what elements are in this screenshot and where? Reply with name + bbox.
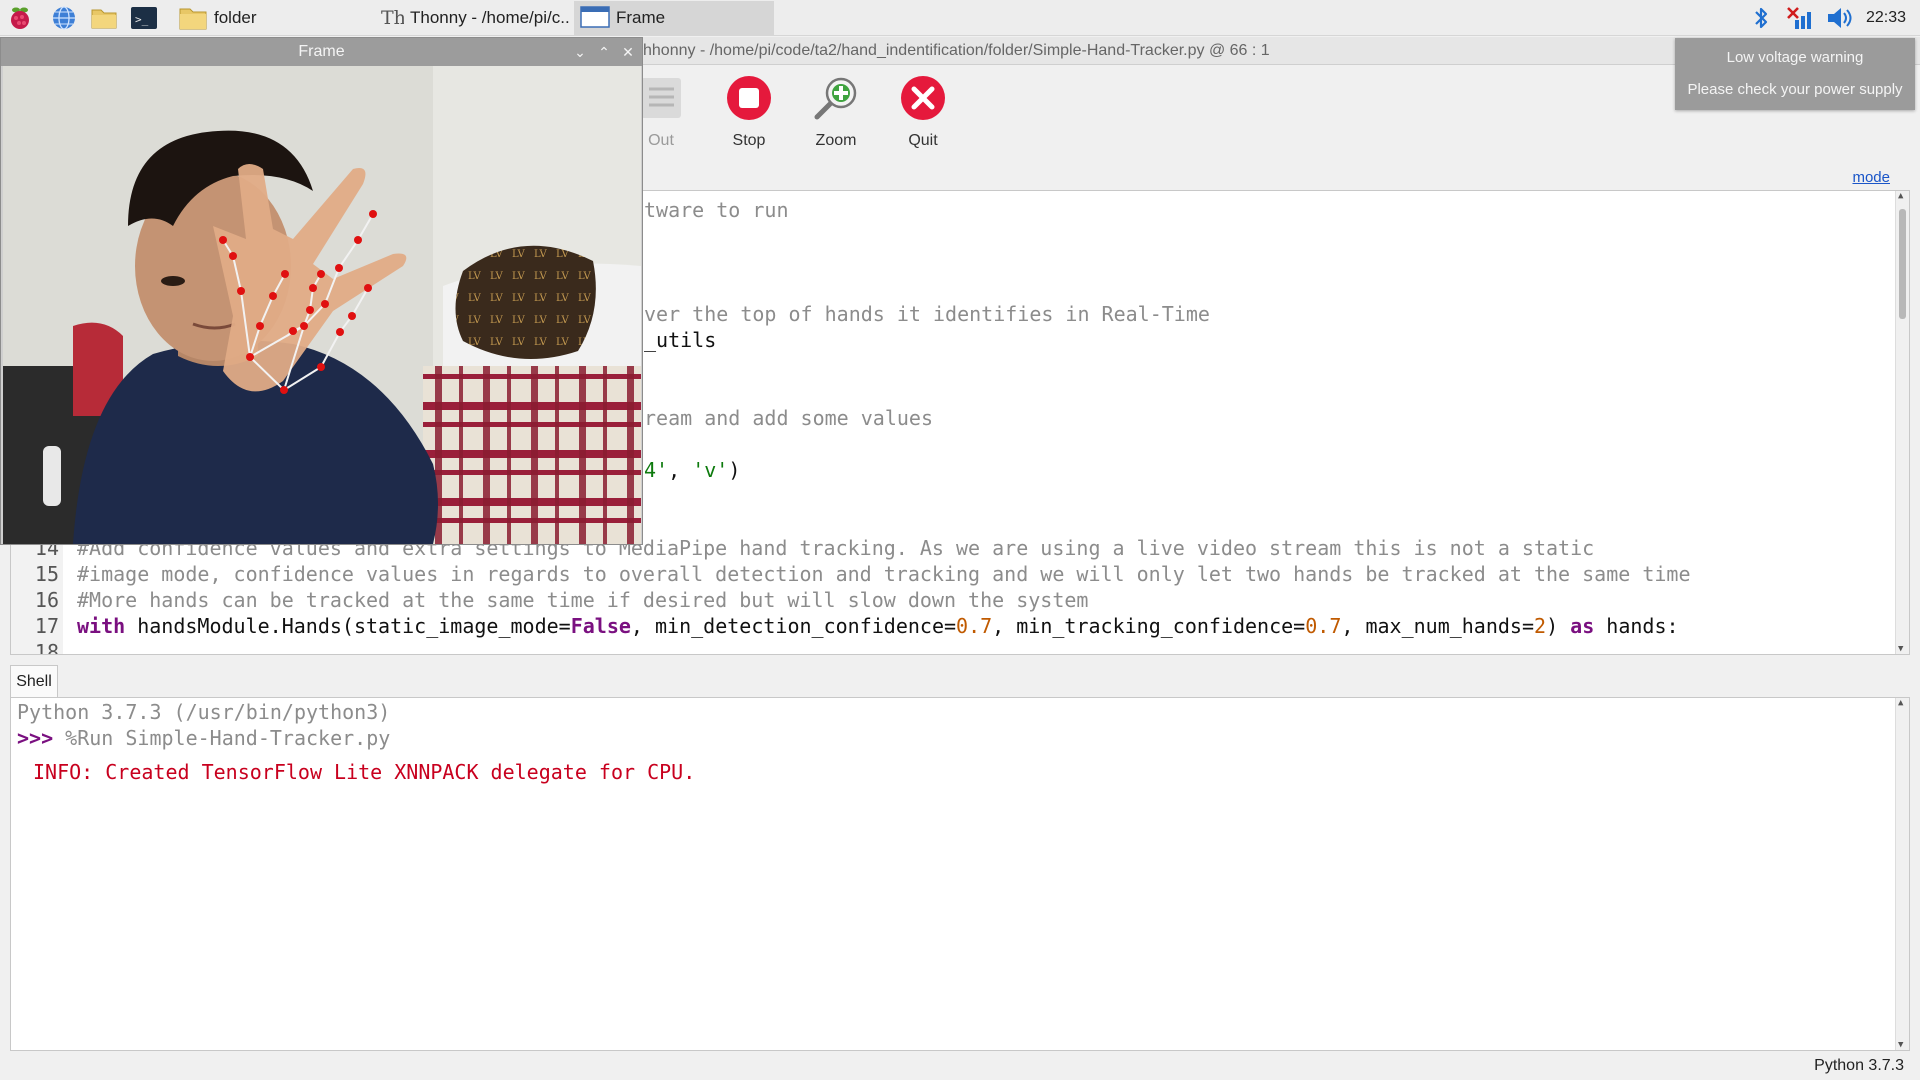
string-literal: 'v' (692, 458, 729, 482)
editor-scrollbar[interactable]: ▲ ▼ (1895, 191, 1909, 654)
code-comment: #More hands can be tracked at the same t… (77, 588, 1089, 612)
code-fragment: tware to run (644, 198, 789, 222)
scroll-down-icon[interactable]: ▼ (1898, 1040, 1903, 1050)
code-text: , (668, 458, 693, 482)
scroll-down-icon[interactable]: ▼ (1898, 644, 1903, 654)
code-text: ) (728, 458, 741, 482)
code-text: , min_tracking_confidence= (992, 614, 1306, 638)
frame-title: Frame (298, 43, 345, 60)
task-thonny[interactable]: Th Thonny - /home/pi/c... (374, 1, 570, 35)
code-fragment: ver the top of hands it identifies in Re… (644, 302, 1210, 326)
svg-text:>_: >_ (135, 13, 149, 26)
code-line: 18 (11, 639, 1891, 654)
task-folder[interactable]: folder (172, 1, 370, 35)
code-line: 15 #image mode, confidence values in rega… (11, 561, 1891, 587)
raspberry-menu-icon[interactable] (6, 4, 34, 32)
quit-button[interactable]: Quit (883, 72, 963, 150)
keyword: as (1570, 614, 1595, 638)
file-manager-icon[interactable] (90, 4, 118, 32)
shell-run-line: >>> %Run Simple-Hand-Tracker.py (17, 725, 390, 751)
code-fragment: ream and add some values (644, 406, 933, 430)
stop-button[interactable]: Stop (709, 72, 789, 150)
low-voltage-notification[interactable]: Low voltage warning Please check your po… (1675, 38, 1915, 110)
number-literal: 2 (1534, 614, 1547, 638)
shell-panel[interactable]: Python 3.7.3 (/usr/bin/python3) >>> %Run… (10, 697, 1910, 1051)
code-fragment: 4', 'v') (644, 457, 740, 483)
code-comment: #image mode, confidence values in regard… (77, 562, 1691, 586)
mode-link[interactable]: mode (1852, 169, 1890, 186)
code-fragment: _utils (644, 328, 717, 352)
scrollbar-thumb[interactable] (1899, 209, 1906, 319)
camera-feed-image: LV (3, 66, 641, 544)
network-disconnected-icon[interactable] (1784, 4, 1814, 32)
shell-info-message: INFO: Created TensorFlow Lite XNNPACK de… (33, 760, 696, 784)
tab-shell[interactable]: Shell (10, 665, 58, 697)
stop-icon (723, 72, 775, 124)
folder-icon (178, 5, 208, 31)
desktop: >_ folder Th Thonny - /home/pi/c... Fram… (0, 0, 1920, 1080)
svg-text:Th: Th (381, 7, 404, 29)
stop-label: Stop (732, 132, 766, 149)
window-icon (580, 5, 610, 31)
task-label: Frame (616, 8, 666, 27)
string-literal: 4' (644, 458, 669, 482)
minimize-icon[interactable]: ⌄ (572, 44, 588, 61)
code-text: ) (1546, 614, 1571, 638)
close-icon[interactable]: ✕ (620, 44, 636, 61)
shell-scrollbar[interactable]: ▲ ▼ (1895, 698, 1909, 1050)
out-label: Out (648, 132, 674, 149)
bluetooth-icon[interactable] (1748, 4, 1774, 32)
zoom-icon (810, 72, 862, 124)
shell-version: Python 3.7.3 (/usr/bin/python3) (17, 700, 391, 724)
code-line: 17 with handsModule.Hands(static_image_mo… (11, 613, 1891, 639)
frame-title-bar[interactable]: Frame (1, 38, 642, 66)
shell-command: %Run Simple-Hand-Tracker.py (53, 726, 391, 750)
quit-label: Quit (908, 132, 938, 149)
scroll-up-icon[interactable]: ▲ (1898, 191, 1903, 201)
quit-icon (897, 72, 949, 124)
zoom-label: Zoom (815, 132, 857, 149)
notification-title: Low voltage warning (1726, 49, 1864, 66)
clock[interactable]: 22:33 (1866, 0, 1906, 36)
number-literal: 0.7 (956, 614, 993, 638)
code-text: , min_detection_confidence= (630, 614, 957, 638)
task-label: folder (214, 8, 257, 27)
task-frame[interactable]: Frame (574, 1, 774, 35)
line-number: 17 (11, 613, 63, 639)
task-label: Thonny - /home/pi/c... (410, 8, 570, 27)
frame-window-controls: ⌄ ⌃ ✕ (572, 38, 636, 66)
number-literal: 0.7 (1305, 614, 1342, 638)
line-number: 15 (11, 561, 63, 587)
status-bar: Python 3.7.3 (0, 1052, 1920, 1080)
taskbar: >_ folder Th Thonny - /home/pi/c... Fram… (0, 0, 1920, 36)
python-version-status[interactable]: Python 3.7.3 (1814, 1057, 1904, 1075)
volume-icon[interactable] (1824, 4, 1856, 32)
code-text: , max_num_hands= (1341, 614, 1535, 638)
terminal-icon[interactable]: >_ (130, 4, 158, 32)
maximize-icon[interactable]: ⌃ (596, 44, 612, 61)
zoom-button[interactable]: Zoom (796, 72, 876, 150)
keyword: False (570, 614, 631, 638)
code-text: handsModule.Hands(static_image_mode= (125, 614, 571, 638)
keyword: with (77, 614, 126, 638)
frame-window[interactable]: Frame ⌄ ⌃ ✕ LV (0, 37, 643, 545)
line-number: 16 (11, 587, 63, 613)
code-text: hands: (1594, 614, 1679, 638)
thonny-icon: Th (380, 5, 406, 31)
notification-message: Please check your power supply (1687, 81, 1903, 98)
code-line: 16 #More hands can be tracked at the same… (11, 587, 1891, 613)
shell-prompt: >>> (17, 726, 54, 750)
scroll-up-icon[interactable]: ▲ (1898, 698, 1903, 708)
globe-browser-icon[interactable] (50, 4, 78, 32)
line-number: 18 (11, 639, 63, 654)
